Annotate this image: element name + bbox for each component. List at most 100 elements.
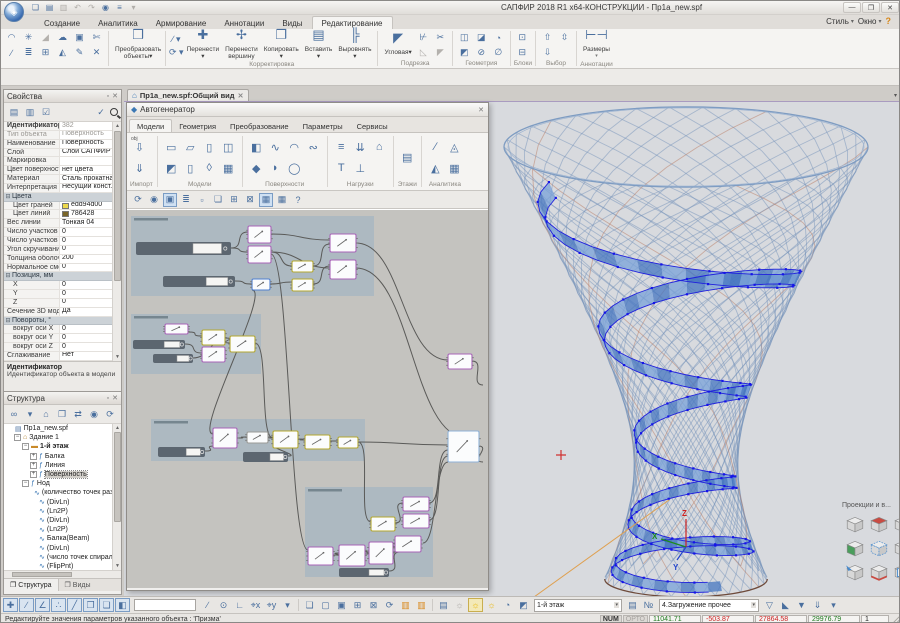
graph-node[interactable]	[290, 279, 315, 291]
autogen-tool-icon-2-5[interactable]: ◗	[266, 158, 285, 179]
apply-check-icon[interactable]: ✓	[94, 105, 108, 119]
graph-input-pill[interactable]	[339, 568, 389, 577]
property-row[interactable]: Цвет линий786428	[4, 210, 121, 219]
graph-node[interactable]	[367, 542, 395, 564]
property-row[interactable]: Число участков об...0	[4, 237, 121, 246]
proj-axon-icon[interactable]	[867, 536, 891, 560]
document-tab[interactable]: ⌂ Пр1а_new.spf:Общий вид ✕	[127, 89, 249, 101]
book-icon[interactable]: ▥	[398, 598, 413, 612]
spiral-ramp-segment[interactable]	[667, 581, 681, 592]
structure-tool-icon-5[interactable]: ◉	[87, 407, 101, 421]
zoom-out-node-icon[interactable]: ❏	[211, 193, 225, 207]
snap-diagonal-toggle[interactable]: ╱	[67, 598, 82, 612]
graph-node[interactable]	[250, 279, 272, 290]
property-row[interactable]: Тип объектаПоверхность	[4, 131, 121, 140]
props-view-icon-0[interactable]: ▤	[7, 105, 21, 119]
property-row[interactable]: вокруг оси Y0	[4, 334, 121, 343]
dimensions-button[interactable]: ⊢⊣Размеры▾	[580, 30, 613, 61]
edit-tool-icon-8[interactable]: ⊞	[37, 45, 54, 60]
graph-input-pill[interactable]	[158, 447, 205, 457]
autogen-tool-icon-5-1[interactable]: ◬	[445, 137, 464, 158]
proj-left-icon[interactable]	[843, 536, 867, 560]
autogen-tool-icon-4-0[interactable]: ▤	[398, 147, 417, 168]
printer2-icon[interactable]: ▤	[625, 598, 640, 612]
snap-point-toggle[interactable]: ✚	[3, 598, 18, 612]
geometry-icon-5[interactable]: ∅	[490, 45, 507, 60]
select-icon-2[interactable]: ⇩	[539, 45, 556, 60]
spiral-ramp-segment[interactable]	[708, 581, 722, 592]
bulb2-icon[interactable]: ☼	[484, 598, 499, 612]
tree-expander-icon[interactable]: +	[30, 462, 37, 469]
box-edges-icon[interactable]: ⊞	[350, 598, 365, 612]
edit-tool-icon-11[interactable]: ✕	[88, 45, 105, 60]
sphere-icon[interactable]: ◉	[99, 2, 112, 13]
autogen-tool-icon-5-2[interactable]: ◭	[426, 158, 445, 179]
proj-bottom-icon[interactable]	[867, 560, 891, 584]
property-row[interactable]: МатериалСталь прокатна...	[4, 175, 121, 184]
scroll-down-icon[interactable]: ▼	[113, 562, 121, 570]
ribbon-button-0[interactable]: ✚Перенести▾	[184, 30, 223, 61]
graph-node[interactable]	[303, 435, 332, 449]
autogen-tool-icon-3-3[interactable]: Τ	[332, 158, 351, 179]
corner-trim-button[interactable]: ◤Угловая▾	[381, 33, 414, 57]
collapse-icon[interactable]: ⊟	[4, 193, 12, 201]
workplane-toggle[interactable]: ◧	[115, 598, 130, 612]
book2-icon[interactable]: ▥	[414, 598, 429, 612]
node-graph-canvas[interactable]	[127, 209, 488, 588]
snap-angle-toggle[interactable]: ∠	[35, 598, 50, 612]
property-row[interactable]: Нормальное смещ...0	[4, 264, 121, 273]
panel-tab-Структура[interactable]: ❐Структура	[4, 579, 59, 591]
snap-more-dropdown-icon[interactable]: ▾	[280, 598, 295, 612]
tree-item[interactable]: ▤Пр1а_new.spf	[4, 424, 121, 433]
property-row[interactable]: Идентификатор382	[4, 122, 121, 131]
graph-node[interactable]	[306, 547, 335, 565]
scroll-up-icon[interactable]: ▲	[113, 424, 121, 432]
props-view-icon-2[interactable]: ☑	[39, 105, 53, 119]
pin-icon[interactable]: ▫	[107, 93, 109, 100]
geometry-icon-2[interactable]: ◔	[490, 30, 507, 45]
autogen-tab-Модели[interactable]: Модели	[129, 119, 172, 132]
printer-icon[interactable]: ▤	[436, 598, 451, 612]
ribbon-tab-Создание[interactable]: Создание	[35, 17, 89, 29]
scroll-down-icon[interactable]: ▼	[113, 353, 121, 361]
cursor-funnel-icon[interactable]: ◣	[778, 598, 793, 612]
redo-icon[interactable]: ↷	[85, 2, 98, 13]
proj-iso-icon[interactable]	[843, 512, 867, 536]
graph-node[interactable]	[246, 246, 273, 263]
select-caret-icon[interactable]: ▾	[614, 602, 619, 608]
tree-item[interactable]: ∿(DivLn)	[4, 516, 121, 525]
tree-item[interactable]: ∿(число точек спирали)	[4, 553, 121, 562]
zoom-fit-icon[interactable]: ⊞	[227, 193, 241, 207]
tree-expander-icon[interactable]: +	[30, 471, 37, 478]
property-row[interactable]: вокруг оси Z0	[4, 343, 121, 352]
tree-expander-icon[interactable]: +	[30, 453, 37, 460]
structure-tool-icon-1[interactable]: ▾	[23, 407, 37, 421]
graph-node[interactable]	[446, 354, 474, 369]
spiral-ramp-segment[interactable]	[694, 582, 708, 592]
autogen-tool-icon-1-1[interactable]: ▱	[181, 137, 200, 158]
property-row[interactable]: Вес линииТонкая 04	[4, 219, 121, 228]
property-row[interactable]: Толщина оболочки...200	[4, 255, 121, 264]
graph-node[interactable]	[446, 431, 481, 462]
structure-tool-icon-0[interactable]: ∞	[7, 407, 21, 421]
select-icon-0[interactable]: ⇧	[539, 30, 556, 45]
document-tab-close-icon[interactable]: ✕	[238, 92, 244, 100]
corr-small-icon-1[interactable]: ⟳ ▾	[169, 47, 184, 58]
cursor-y-filter-icon[interactable]: ⌖y	[264, 598, 279, 612]
tree-item[interactable]: ∿(FlipPnt)	[4, 562, 121, 570]
autogen-tool-icon-2-6[interactable]: ◯	[285, 158, 304, 179]
tree-item[interactable]: ∿(Ln2P)	[4, 525, 121, 534]
graph-node[interactable]	[401, 497, 431, 511]
tab-list-dropdown-icon[interactable]: ▾	[894, 92, 897, 99]
property-row[interactable]: Сечение 3D моделиДа	[4, 308, 121, 317]
props-view-icon-1[interactable]: ▥	[23, 105, 37, 119]
graph-node[interactable]	[393, 536, 423, 552]
app-logo-icon[interactable]: ◈	[4, 2, 24, 22]
autogen-tool-icon-2-0[interactable]: ◧	[247, 137, 266, 158]
proj-front-icon[interactable]	[891, 512, 899, 536]
zoom-selection-icon[interactable]: ▫	[195, 193, 209, 207]
grid-off-icon[interactable]: ▦	[275, 193, 289, 207]
image-icon[interactable]: ▣	[163, 193, 177, 207]
property-row[interactable]: СлойСлой САПФИР	[4, 149, 121, 158]
graph-node[interactable]	[200, 347, 227, 362]
